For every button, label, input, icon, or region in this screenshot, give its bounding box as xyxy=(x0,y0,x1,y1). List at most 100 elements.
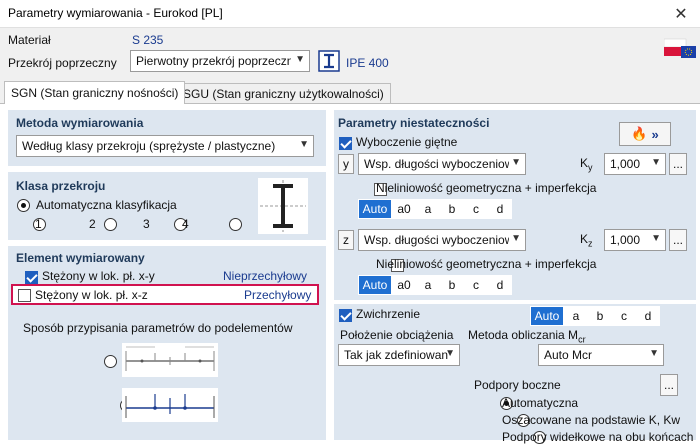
beam-diagram-1-icon xyxy=(122,343,218,377)
parameters-button[interactable]: 🔥 » xyxy=(619,122,671,146)
stability-group: Parametry niestateczności Wyboczenie gię… xyxy=(334,110,696,300)
tab-sgn[interactable]: SGN (Stan graniczny nośności) xyxy=(4,81,186,104)
ltb-curve-a[interactable]: a xyxy=(564,306,588,326)
y-curve-d[interactable]: d xyxy=(488,199,512,219)
z-curve-b-label: b xyxy=(448,278,456,292)
load-position-combo[interactable]: Tak jak zdefiniowano ▼ xyxy=(338,344,460,366)
kz-combo[interactable]: 1,000 ▼ xyxy=(604,229,666,251)
kz-label: Kz xyxy=(580,232,593,248)
y-nonlinear-label: Nieliniowość geometryczna + imperfekcja xyxy=(376,181,597,195)
ky-combo[interactable]: 1,000 ▼ xyxy=(604,153,666,175)
class-3-label: 3 xyxy=(143,217,150,231)
flexural-buckling-label: Wyboczenie giętne xyxy=(356,135,458,149)
y-curve-a0[interactable]: a0 xyxy=(392,199,416,219)
chevron-down-icon: ▼ xyxy=(295,54,305,65)
method-combo[interactable]: Według klasy przekroju (sprężyste / plas… xyxy=(16,135,314,157)
auto-class-label: Automatyczna klasyfikacja xyxy=(36,198,177,212)
ltb-label: Zwichrzenie xyxy=(356,307,421,321)
y-curve-b[interactable]: b xyxy=(440,199,464,219)
z-curve-b[interactable]: b xyxy=(440,275,464,295)
braced-xz-label: Stężony w lok. pł. x-z xyxy=(35,288,148,302)
braced-xz-value: Przechyłowy xyxy=(244,288,312,302)
chevron-down-icon: ▼ xyxy=(445,348,455,359)
y-curve-auto-label: Auto xyxy=(362,202,388,216)
chevron-down-icon: ▼ xyxy=(511,157,521,168)
tab-sgu[interactable]: SGU (Stan graniczny użytkowalności) xyxy=(176,83,391,103)
chevron-down-icon: ▼ xyxy=(649,348,659,359)
ky-label-main: K xyxy=(580,156,589,170)
y-curve-auto[interactable]: Auto xyxy=(358,199,392,219)
class-1-label: 1 xyxy=(35,217,42,231)
braced-xz-checkbox[interactable] xyxy=(18,289,31,303)
ky-more-button[interactable]: ... xyxy=(669,153,687,175)
supports-more-button[interactable]: ... xyxy=(660,374,678,396)
supports-fork-label: Podpory widełkowe na obu końcach xyxy=(502,430,694,444)
braced-xz-row: Stężony w lok. pł. x-z Przechyłowy xyxy=(11,284,319,305)
ltb-curve-c[interactable]: c xyxy=(612,306,636,326)
ltb-curve-b-label: b xyxy=(596,309,604,323)
window-title: Parametry wymiarowania - Eurokod [PL] xyxy=(8,6,223,20)
y-curve-a0-label: a0 xyxy=(397,202,411,216)
method-group: Metoda wymiarowania Według klasy przekro… xyxy=(8,110,326,166)
country-flag-icon xyxy=(663,36,696,62)
chevron-down-icon: ▼ xyxy=(651,233,661,244)
class-2-radio[interactable] xyxy=(103,218,117,232)
z-curve-d[interactable]: d xyxy=(488,275,512,295)
kz-value: 1,000 xyxy=(610,233,641,247)
z-curve-d-label: d xyxy=(496,278,504,292)
ltb-group: Zwichrzenie Auto a b c d Położenie obcią… xyxy=(334,304,696,444)
class-4-radio[interactable] xyxy=(229,218,243,232)
section-info-icon[interactable] xyxy=(318,50,340,72)
ltb-curve-d[interactable]: d xyxy=(636,306,660,326)
y-curve-c[interactable]: c xyxy=(464,199,488,219)
z-buckling-combo[interactable]: Wsp. długości wyboczeniowej ▼ xyxy=(358,229,526,251)
auto-class-radio[interactable] xyxy=(17,199,30,213)
y-curve-a[interactable]: a xyxy=(416,199,440,219)
z-curve-a[interactable]: a xyxy=(416,275,440,295)
close-icon: ✕ xyxy=(674,6,688,23)
y-axis-button[interactable]: y xyxy=(338,154,354,174)
y-buckling-combo[interactable]: Wsp. długości wyboczeniowej ▼ xyxy=(358,153,526,175)
z-curve-auto-label: Auto xyxy=(362,278,388,292)
y-curve-b-label: b xyxy=(448,202,456,216)
supports-label: Podpory boczne xyxy=(474,378,561,392)
braced-xy-label: Stężony w lok. pł. x-y xyxy=(42,269,155,283)
close-button[interactable]: ✕ xyxy=(664,0,698,28)
tab-sgu-label: SGU (Stan graniczny użytkowalności) xyxy=(183,86,384,101)
ltb-curve-b[interactable]: b xyxy=(588,306,612,326)
mcr-label: Metoda obliczania Mcr xyxy=(468,328,586,344)
z-curve-a0[interactable]: a0 xyxy=(392,275,416,295)
kz-more-label: ... xyxy=(672,233,683,247)
assign-label: Sposób przypisania parametrów do podelem… xyxy=(23,321,293,335)
mcr-combo[interactable]: Auto Mcr ▼ xyxy=(538,344,664,366)
ltb-curve-auto[interactable]: Auto xyxy=(530,306,564,326)
load-position-label: Położenie obciążenia xyxy=(340,328,454,342)
flexural-buckling-checkbox[interactable] xyxy=(339,137,352,151)
material-value: S 235 xyxy=(132,33,164,47)
z-curve-c-label: c xyxy=(473,278,479,292)
z-axis-label: z xyxy=(343,233,349,247)
method-combo-value: Według klasy przekroju (sprężyste / plas… xyxy=(22,139,276,153)
tab-sgn-label: SGN (Stan graniczny nośności) xyxy=(11,86,179,100)
kz-more-button[interactable]: ... xyxy=(669,229,687,251)
y-axis-label: y xyxy=(343,157,349,171)
z-buckling-combo-value: Wsp. długości wyboczeniowej xyxy=(364,233,509,247)
section-combo[interactable]: Pierwotny przekrój poprzeczny ▼ xyxy=(130,50,310,72)
ltb-checkbox[interactable] xyxy=(339,309,352,323)
z-axis-button[interactable]: z xyxy=(338,230,354,250)
z-curve-auto[interactable]: Auto xyxy=(358,275,392,295)
stability-title: Parametry niestateczności xyxy=(338,116,490,130)
class-title: Klasa przekroju xyxy=(16,179,106,193)
ltb-curve-a-label: a xyxy=(572,309,580,323)
ky-label-sub: y xyxy=(588,162,593,173)
ltb-curve-auto-label: Auto xyxy=(534,309,560,323)
y-curve-c-label: c xyxy=(473,202,479,216)
section-combo-value: Pierwotny przekrój poprzeczny xyxy=(136,54,291,68)
braced-xy-checkbox[interactable] xyxy=(25,271,38,285)
material-label: Materiał xyxy=(8,33,51,47)
method-title: Metoda wymiarowania xyxy=(16,116,144,130)
z-curve-c[interactable]: c xyxy=(464,275,488,295)
class-4-label: 4 xyxy=(182,217,189,231)
chevron-down-icon: ▼ xyxy=(511,233,521,244)
z-curve-segments: Auto a0 a b c d xyxy=(358,275,512,295)
